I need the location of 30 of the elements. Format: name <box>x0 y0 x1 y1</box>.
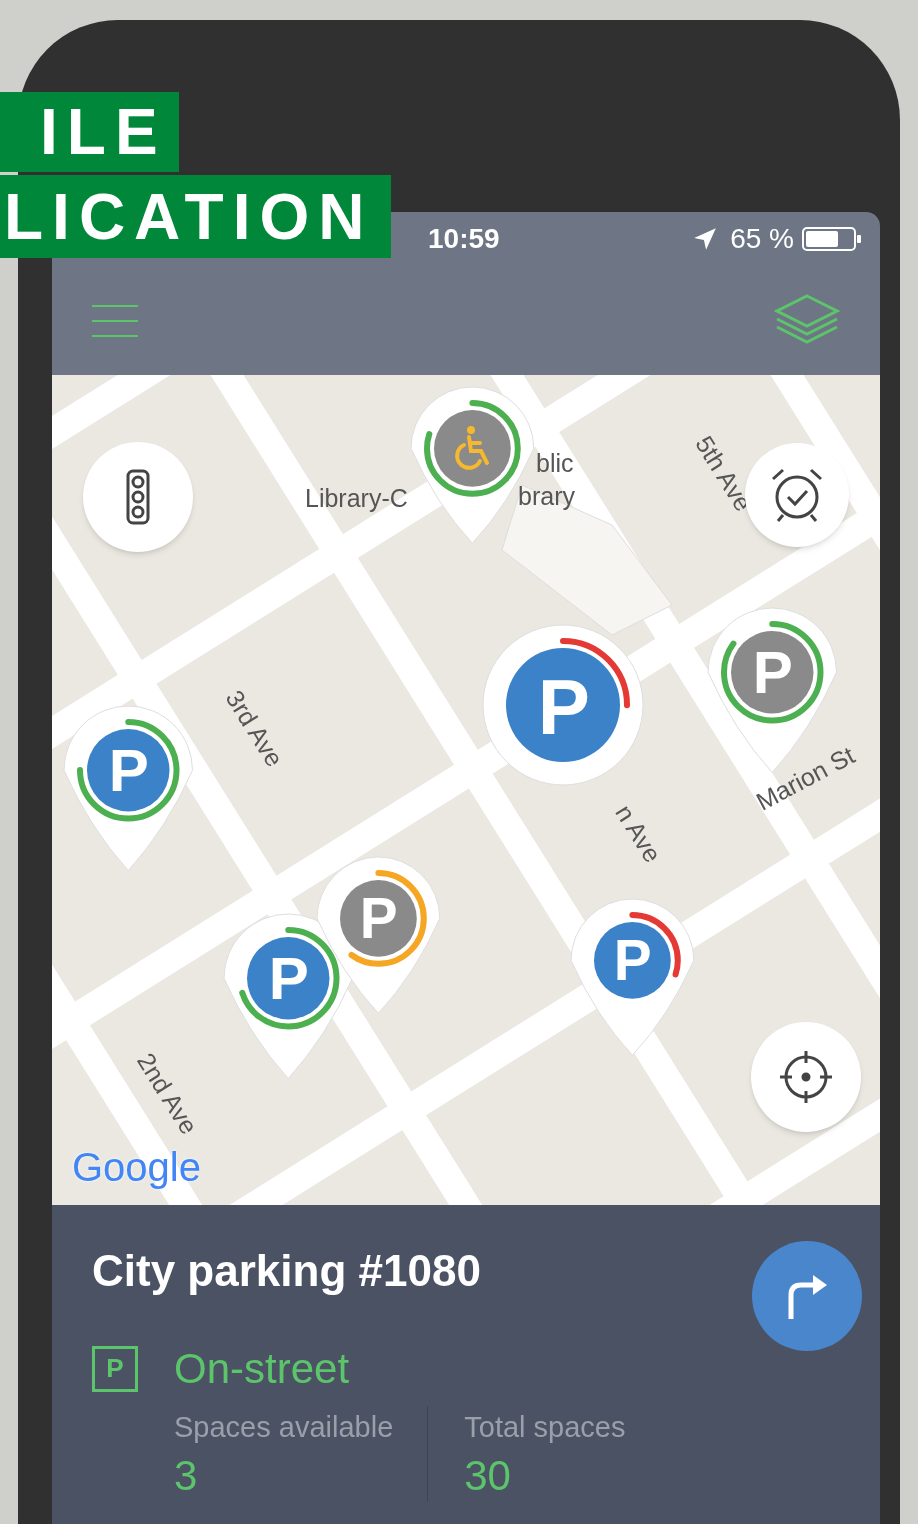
map-pin[interactable] <box>60 702 196 873</box>
pin-label: P <box>613 932 652 990</box>
google-attribution: Google <box>72 1144 201 1191</box>
street-label: 3rd Ave <box>219 684 290 774</box>
parking-type: On-street <box>174 1344 350 1394</box>
parking-title: City parking #1080 <box>92 1249 482 1293</box>
stat-value: 30 <box>464 1450 512 1501</box>
map-pin[interactable] <box>313 853 443 1015</box>
battery-icon <box>802 226 862 252</box>
pin-label: P <box>752 643 793 704</box>
street-label: Library-C <box>305 483 408 514</box>
banner-text: ILE <box>0 92 179 172</box>
battery-percent: 65 % <box>730 222 794 256</box>
pin-label: P <box>268 949 309 1010</box>
stat-value: 3 <box>174 1450 199 1501</box>
stat-label: Spaces available <box>174 1410 394 1445</box>
street-label: brary <box>518 481 575 512</box>
parking-type-icon: P <box>92 1345 138 1392</box>
pin-label: P <box>359 890 398 948</box>
location-arrow-icon <box>692 226 719 252</box>
street-label: 2nd Ave <box>130 1046 205 1141</box>
pin-label: P <box>537 667 590 746</box>
street-label: n Ave <box>609 798 668 870</box>
pin-label: P <box>108 741 149 802</box>
street-label: blic <box>536 448 574 479</box>
street-label: 5th Ave <box>689 429 759 518</box>
status-time: 10:59 <box>428 222 500 256</box>
map-pin[interactable] <box>567 895 697 1057</box>
banner-text: LICATION <box>0 175 392 258</box>
stat-label: Total spaces <box>464 1410 626 1445</box>
